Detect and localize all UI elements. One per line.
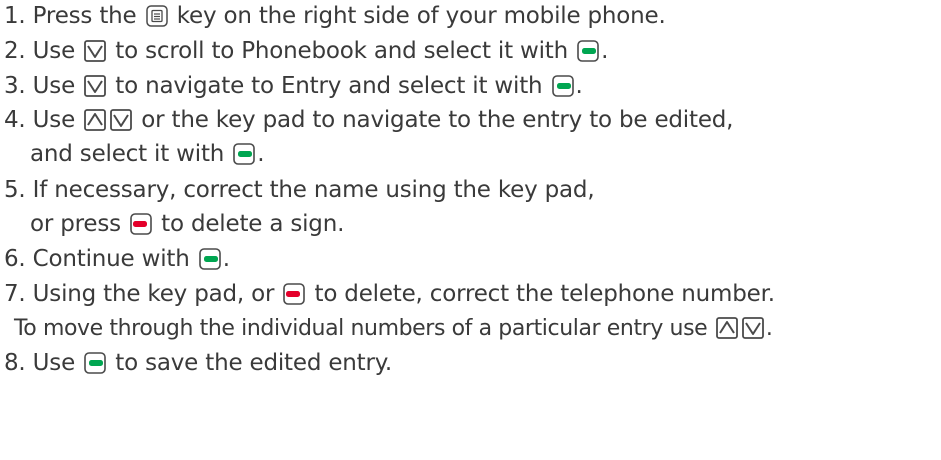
step-text: Press the bbox=[32, 3, 137, 29]
step-text: . bbox=[257, 141, 265, 167]
step-text: to delete, correct the telephone number. bbox=[314, 281, 776, 307]
step-1: 1. Press the key on the right side of yo… bbox=[4, 0, 666, 33]
step-number: 7. bbox=[4, 281, 26, 307]
step-text: Use bbox=[32, 107, 76, 133]
menu-key-icon bbox=[145, 5, 168, 27]
step-number: 5. bbox=[4, 177, 26, 203]
step-4: 4. Use or the key pad to navigate to the… bbox=[4, 104, 733, 137]
step-text: Use bbox=[32, 38, 76, 64]
step-text: key on the right side of your mobile pho… bbox=[176, 3, 666, 29]
step-text: to navigate to Entry and select it with bbox=[115, 73, 543, 99]
step-text: Continue with bbox=[32, 246, 190, 272]
down-arrow-key-icon bbox=[84, 40, 107, 62]
down-arrow-key-icon bbox=[741, 317, 764, 339]
step-5: 5. If necessary, correct the name using … bbox=[4, 174, 595, 207]
step-4-continuation: and select it with . bbox=[30, 138, 265, 171]
step-text: and select it with bbox=[30, 141, 225, 167]
step-text: If necessary, correct the name using the… bbox=[32, 177, 595, 203]
red-softkey-icon bbox=[130, 213, 152, 235]
green-softkey-icon bbox=[198, 248, 221, 270]
step-6: 6. Continue with . bbox=[4, 243, 230, 276]
step-text: to delete a sign. bbox=[161, 211, 345, 237]
red-softkey-icon bbox=[283, 283, 306, 305]
step-text: . bbox=[575, 73, 583, 99]
step-5-continuation: or press to delete a sign. bbox=[30, 208, 344, 241]
step-8: 8. Use to save the edited entry. bbox=[4, 347, 392, 380]
green-softkey-icon bbox=[551, 75, 574, 97]
step-text: or press bbox=[30, 211, 121, 237]
step-number: 3. bbox=[4, 73, 26, 99]
step-text: to save the edited entry. bbox=[115, 350, 392, 376]
step-number: 6. bbox=[4, 246, 26, 272]
step-3: 3. Use to navigate to Entry and select i… bbox=[4, 70, 583, 103]
step-number: 2. bbox=[4, 38, 26, 64]
down-arrow-key-icon bbox=[84, 75, 107, 97]
step-text: To move through the individual numbers o… bbox=[14, 316, 708, 341]
step-text: to scroll to Phonebook and select it wit… bbox=[115, 38, 569, 64]
step-text: Use bbox=[32, 350, 76, 376]
step-2: 2. Use to scroll to Phonebook and select… bbox=[4, 35, 608, 68]
green-softkey-icon bbox=[84, 352, 106, 374]
step-number: 8. bbox=[4, 350, 26, 376]
step-text: . bbox=[765, 316, 773, 341]
step-text: . bbox=[222, 246, 230, 272]
green-softkey-icon bbox=[577, 40, 599, 62]
down-arrow-key-icon bbox=[110, 109, 133, 131]
green-softkey-icon bbox=[233, 143, 256, 165]
step-text: or the key pad to navigate to the entry … bbox=[141, 107, 734, 133]
step-7-continuation: To move through the individual numbers o… bbox=[14, 312, 773, 345]
up-arrow-key-icon bbox=[84, 109, 107, 131]
step-text: . bbox=[601, 38, 609, 64]
step-text: Using the key pad, or bbox=[32, 281, 275, 307]
up-arrow-key-icon bbox=[715, 317, 738, 339]
step-text: Use bbox=[32, 73, 76, 99]
step-number: 4. bbox=[4, 107, 26, 133]
step-number: 1. bbox=[4, 3, 26, 29]
step-7: 7. Using the key pad, or to delete, corr… bbox=[4, 278, 775, 311]
